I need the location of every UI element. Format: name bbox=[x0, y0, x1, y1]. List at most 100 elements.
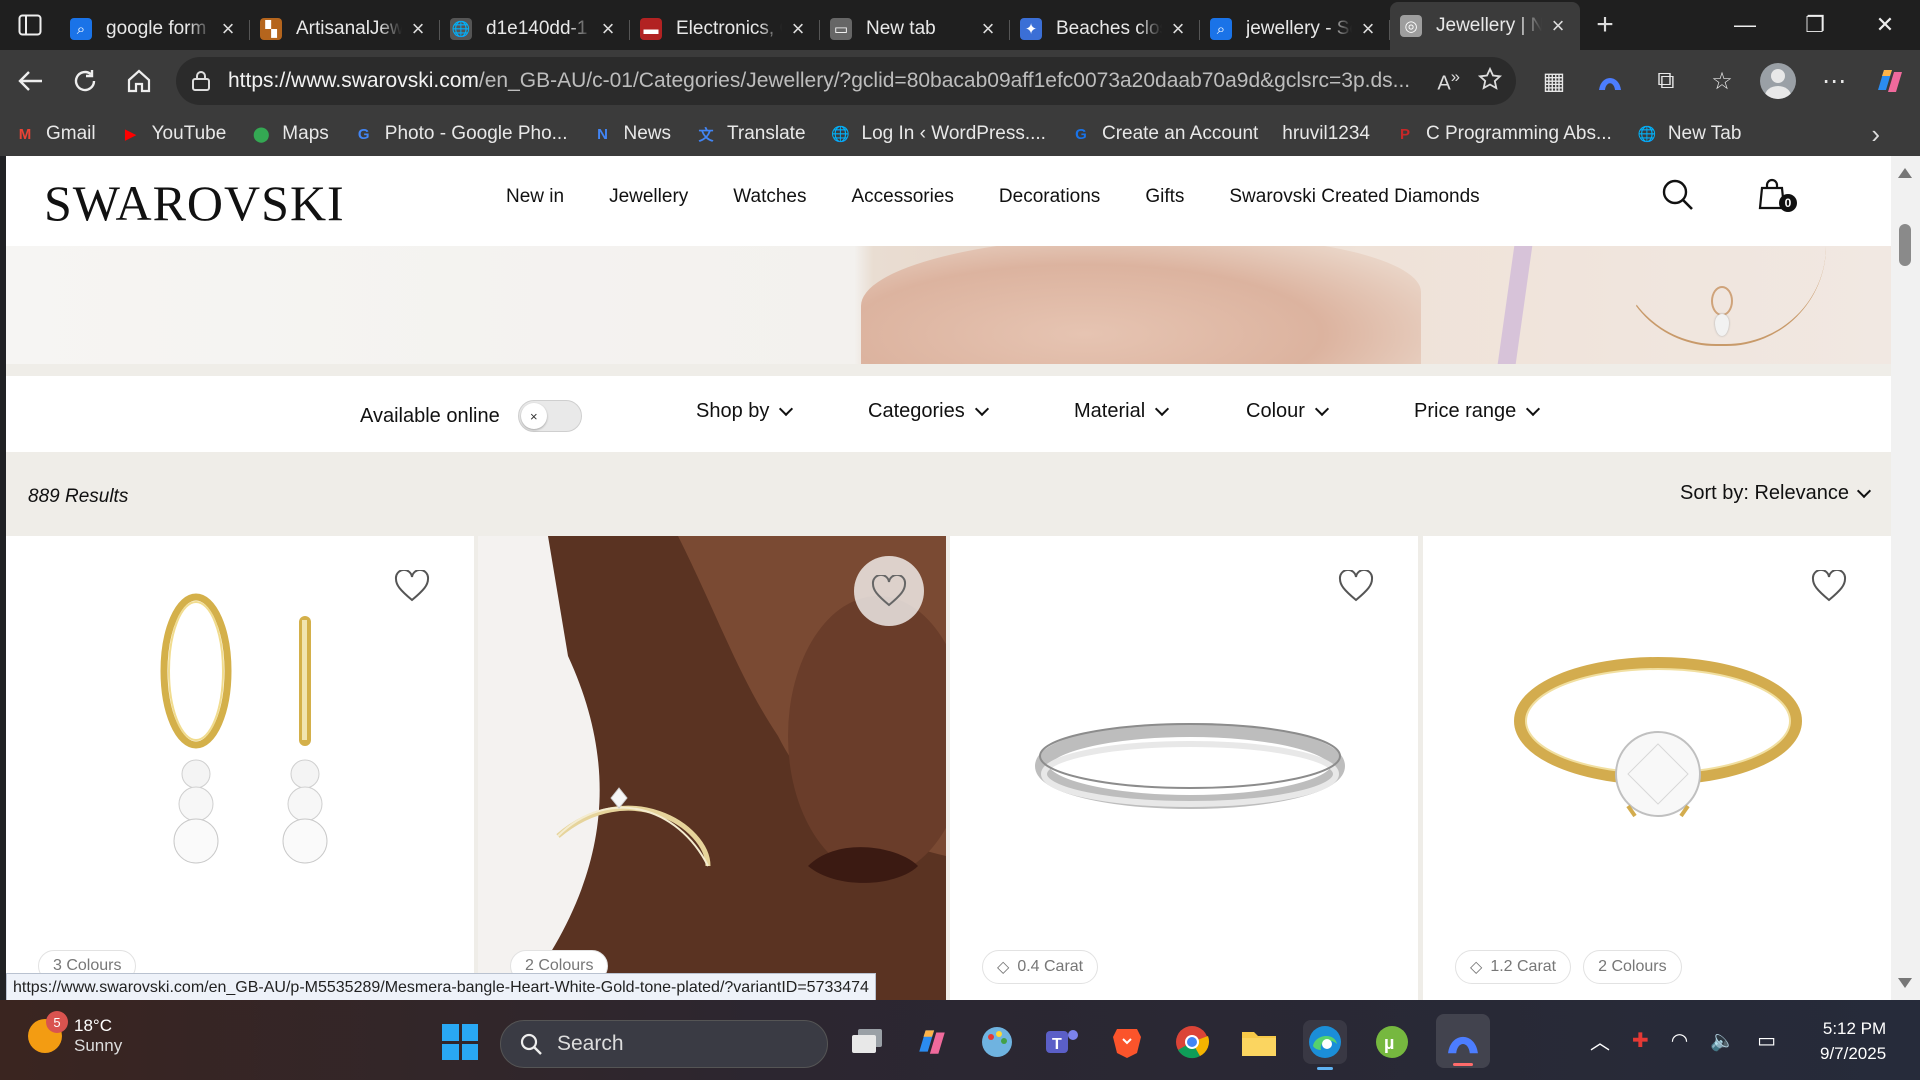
close-tab-icon[interactable]: × bbox=[406, 16, 430, 42]
battery-icon[interactable]: ▭ bbox=[1757, 1028, 1776, 1053]
minimize-button[interactable]: — bbox=[1710, 0, 1780, 50]
bookmark-item[interactable]: G Create an Account bbox=[1070, 123, 1258, 145]
browser-tab[interactable]: ▭ New tab × bbox=[820, 8, 1010, 50]
available-online-toggle[interactable]: × bbox=[517, 400, 582, 432]
nav-item-gifts[interactable]: Gifts bbox=[1145, 186, 1184, 208]
read-aloud-icon[interactable]: A» bbox=[1437, 67, 1460, 96]
close-tab-icon[interactable]: × bbox=[216, 16, 240, 42]
sort-dropdown[interactable]: Sort by: Relevance bbox=[1680, 482, 1872, 505]
browser-tab[interactable]: ▚ ArtisanalJew × bbox=[250, 8, 440, 50]
chevron-up-icon[interactable]: ︿ bbox=[1590, 1026, 1610, 1055]
profile-button[interactable] bbox=[1756, 59, 1800, 103]
wishlist-button[interactable] bbox=[1811, 568, 1851, 610]
tab-actions-button[interactable] bbox=[0, 0, 60, 50]
close-tab-icon[interactable]: × bbox=[596, 16, 620, 42]
filter-label: Shop by bbox=[696, 400, 770, 422]
page-scrollbar[interactable] bbox=[1891, 156, 1920, 1000]
browser-tab[interactable]: ✦ Beaches clos × bbox=[1010, 8, 1200, 50]
refresh-button[interactable] bbox=[58, 54, 112, 108]
bookmark-item[interactable]: M Gmail bbox=[14, 123, 96, 145]
url-text[interactable]: https://www.swarovski.com/en_GB-AU/c-01/… bbox=[228, 69, 1437, 93]
bookmark-item[interactable]: 🌐 Log In ‹ WordPress.... bbox=[830, 123, 1046, 145]
browser-tab[interactable]: ⌕ jewellery - Se × bbox=[1200, 8, 1390, 50]
bookmark-item[interactable]: ▶ YouTube bbox=[120, 123, 226, 145]
browser-tab[interactable]: 🌐 d1e140dd-1 × bbox=[440, 8, 630, 50]
bookmark-item[interactable]: hruvil1234 bbox=[1282, 123, 1370, 145]
task-view-button[interactable] bbox=[845, 1020, 889, 1064]
more-menu-button[interactable]: ⋯ bbox=[1812, 59, 1856, 103]
vpn-extension-button[interactable] bbox=[1588, 59, 1632, 103]
wifi-icon[interactable]: ◠ bbox=[1671, 1028, 1688, 1053]
edge-app[interactable] bbox=[1303, 1020, 1347, 1070]
scrollbar-thumb[interactable] bbox=[1899, 224, 1911, 266]
close-tab-icon[interactable]: × bbox=[1546, 13, 1570, 39]
copilot-button[interactable] bbox=[1868, 59, 1912, 103]
filter-price-range-dropdown[interactable]: Price range bbox=[1414, 400, 1541, 423]
wishlist-button[interactable] bbox=[1338, 568, 1378, 610]
wishlist-button[interactable] bbox=[394, 568, 434, 610]
close-tab-icon[interactable]: × bbox=[1166, 16, 1190, 42]
filter-colour-dropdown[interactable]: Colour bbox=[1246, 400, 1329, 423]
teams-app[interactable]: T bbox=[1040, 1020, 1084, 1064]
cart-button[interactable]: 0 bbox=[1758, 178, 1798, 218]
close-icon: ✕ bbox=[1875, 12, 1895, 37]
available-online-filter: Available online × bbox=[360, 400, 582, 432]
product-card[interactable]: ◇ 1.2 Carat 2 Colours bbox=[1423, 536, 1891, 1000]
nav-item-jewellery[interactable]: Jewellery bbox=[609, 186, 688, 208]
nav-item-watches[interactable]: Watches bbox=[733, 186, 806, 208]
close-tab-icon[interactable]: × bbox=[976, 16, 1000, 42]
filter-categories-dropdown[interactable]: Categories bbox=[868, 400, 989, 423]
close-tab-icon[interactable]: × bbox=[1356, 16, 1380, 42]
back-button[interactable] bbox=[4, 54, 58, 108]
close-tab-icon[interactable]: × bbox=[786, 16, 810, 42]
search-button[interactable] bbox=[1661, 178, 1701, 218]
favorites-button[interactable]: ☆ bbox=[1700, 59, 1744, 103]
tab-favicon-icon: ▚ bbox=[260, 18, 282, 40]
taskbar-search[interactable]: Search bbox=[500, 1020, 828, 1068]
nav-item-swarovski-created-diamonds[interactable]: Swarovski Created Diamonds bbox=[1229, 186, 1479, 208]
home-button[interactable] bbox=[112, 54, 166, 108]
browser-tab[interactable]: ▬ Electronics, C × bbox=[630, 8, 820, 50]
favorite-star-icon[interactable] bbox=[1478, 66, 1502, 91]
wishlist-button[interactable] bbox=[854, 556, 924, 626]
utorrent-app[interactable]: µ bbox=[1370, 1020, 1414, 1064]
product-card[interactable]: 2 Colours bbox=[478, 536, 946, 1000]
product-card[interactable]: 3 Colours bbox=[6, 536, 474, 1000]
clock[interactable]: 5:12 PM 9/7/2025 bbox=[1820, 1016, 1886, 1066]
file-explorer-app[interactable] bbox=[1237, 1020, 1281, 1064]
weather-widget[interactable]: 5 18°C Sunny bbox=[28, 1011, 122, 1056]
bookmark-item[interactable]: 🌐 New Tab bbox=[1636, 123, 1741, 145]
copilot-app[interactable] bbox=[910, 1020, 954, 1064]
bookmark-item[interactable]: G Photo - Google Pho... bbox=[353, 123, 568, 145]
brave-app[interactable] bbox=[1105, 1020, 1149, 1064]
apps-button[interactable]: ▦ bbox=[1532, 59, 1576, 103]
bookmark-item[interactable]: P C Programming Abs... bbox=[1394, 123, 1612, 145]
address-bar[interactable]: https://www.swarovski.com/en_GB-AU/c-01/… bbox=[176, 57, 1516, 105]
bookmark-item[interactable]: N News bbox=[592, 123, 672, 145]
bookmark-item[interactable]: 文 Translate bbox=[695, 123, 806, 145]
browser-tab[interactable]: ◎ Jewellery | N × bbox=[1390, 2, 1580, 50]
scroll-down-arrow-icon[interactable] bbox=[1898, 978, 1912, 988]
chrome-app[interactable] bbox=[1170, 1020, 1214, 1064]
extensions-button[interactable]: ⧉ bbox=[1644, 59, 1688, 103]
start-button[interactable] bbox=[442, 1024, 478, 1060]
restore-button[interactable]: ❐ bbox=[1780, 0, 1850, 50]
bookmark-item[interactable]: ⬤ Maps bbox=[250, 123, 329, 145]
filter-material-dropdown[interactable]: Material bbox=[1074, 400, 1170, 423]
close-window-button[interactable]: ✕ bbox=[1850, 0, 1920, 50]
bookmarks-overflow-button[interactable]: › bbox=[1871, 119, 1880, 150]
bookmark-label: News bbox=[623, 123, 672, 144]
browser-tab[interactable]: ⌕ google form × bbox=[60, 8, 250, 50]
vpn-app[interactable] bbox=[1436, 1014, 1490, 1068]
product-card[interactable]: ◇ 0.4 Carat bbox=[950, 536, 1418, 1000]
swarovski-logo[interactable]: SWAROVSKI bbox=[44, 174, 345, 232]
paint-app[interactable] bbox=[975, 1020, 1019, 1064]
nav-item-new-in[interactable]: New in bbox=[506, 186, 564, 208]
nav-item-accessories[interactable]: Accessories bbox=[852, 186, 954, 208]
filter-shop-by-dropdown[interactable]: Shop by bbox=[696, 400, 794, 423]
scroll-up-arrow-icon[interactable] bbox=[1898, 168, 1912, 178]
nav-item-decorations[interactable]: Decorations bbox=[999, 186, 1100, 208]
volume-icon[interactable]: 🔈 bbox=[1710, 1028, 1735, 1053]
new-tab-button[interactable]: + bbox=[1580, 4, 1630, 46]
app-tray-icon[interactable]: ✚ bbox=[1632, 1028, 1649, 1053]
